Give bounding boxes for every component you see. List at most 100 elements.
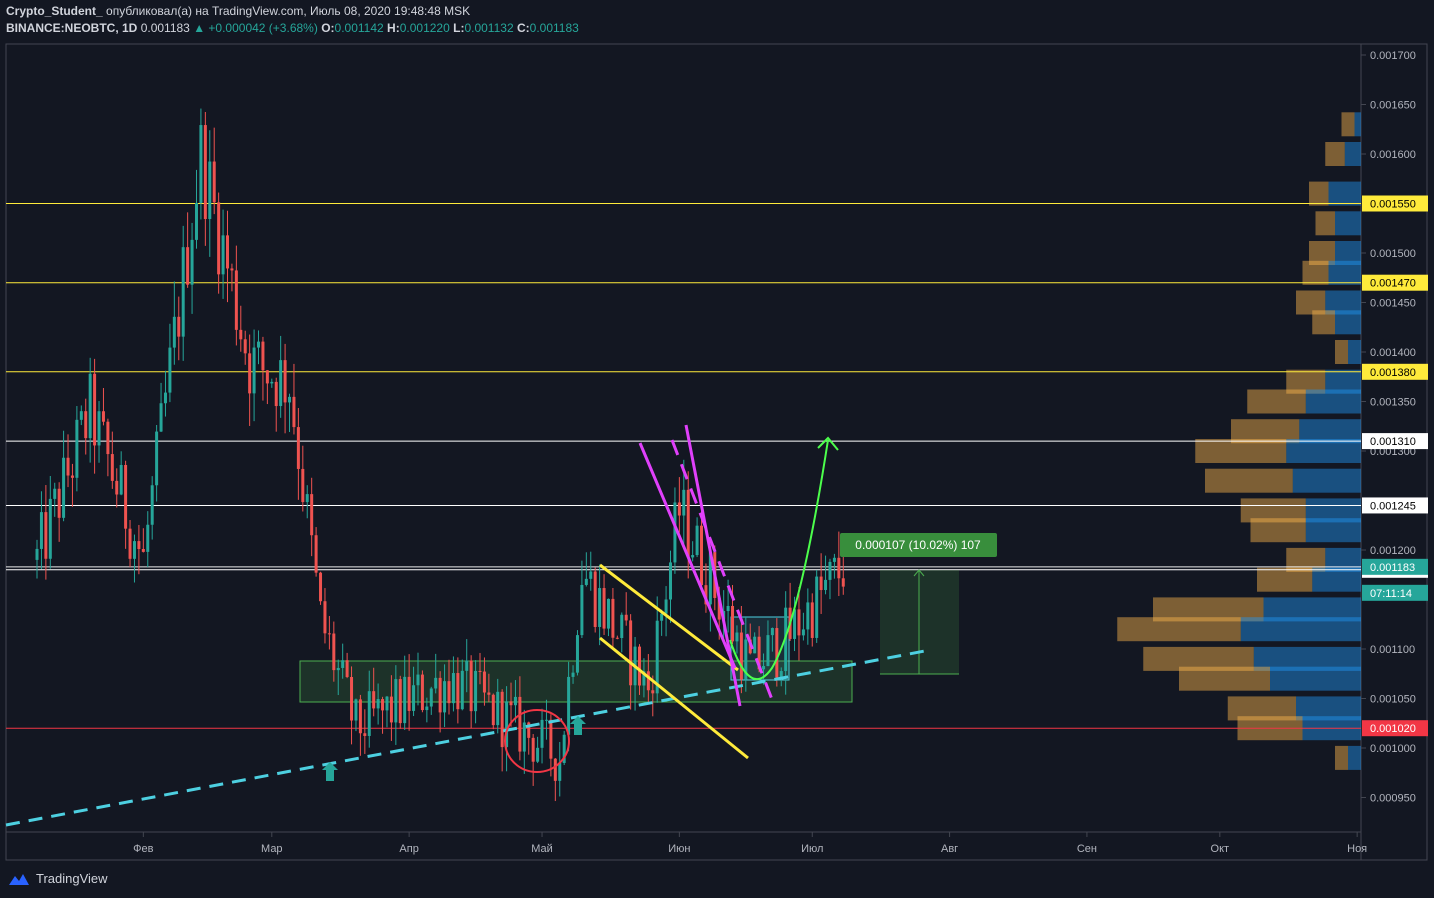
candle-body	[261, 341, 265, 371]
candle-body	[159, 403, 163, 432]
price-tick-label: 0.001050	[1370, 694, 1416, 706]
candle-body	[629, 620, 633, 686]
candle-body	[686, 489, 690, 558]
price-tag-label: 0.001550	[1370, 199, 1416, 211]
candle-body	[208, 161, 212, 220]
volume-bar-up	[1205, 468, 1293, 493]
candle-body	[469, 660, 473, 712]
candle-body	[589, 571, 593, 579]
candle-body	[832, 557, 836, 562]
tradingview-footer[interactable]: TradingView	[8, 871, 108, 886]
candle-body	[819, 576, 823, 591]
candle-body	[646, 671, 650, 691]
candle-body	[735, 632, 739, 642]
candle-body	[447, 681, 451, 704]
volume-bar-up	[1250, 518, 1306, 543]
candle-body	[598, 588, 602, 627]
price-chart[interactable]: 0.000107 (10.02%) 107 0.0017000.0016500.…	[0, 0, 1434, 898]
volume-bar-down	[1344, 142, 1361, 166]
candle-body	[146, 524, 150, 552]
candle-body	[341, 660, 345, 668]
candle-body	[115, 480, 119, 495]
candle-body	[93, 373, 97, 446]
candle-body	[624, 614, 628, 621]
candle-body	[385, 696, 389, 711]
candle-body	[407, 676, 411, 711]
candle-body	[314, 535, 318, 573]
candle-body	[434, 677, 438, 689]
candle-body	[62, 457, 66, 518]
volume-bar-down	[1335, 310, 1361, 335]
candle-body	[190, 239, 194, 285]
candle-body	[695, 525, 699, 556]
candle-body	[363, 733, 367, 736]
candle-body	[265, 370, 269, 384]
candle-body	[474, 670, 478, 712]
candle-body	[841, 578, 845, 587]
candle-body	[186, 247, 190, 285]
volume-bar-up	[1309, 181, 1329, 206]
volume-bar-down	[1328, 181, 1361, 206]
time-tick-label: Фев	[133, 843, 153, 855]
candle-body	[66, 457, 70, 476]
candle-body	[731, 605, 735, 642]
candle-body	[438, 677, 442, 713]
price-axis[interactable]: 0.001700 0.001650 0.001600 0.001500 0.001450…	[1361, 50, 1416, 805]
candle-body	[75, 419, 79, 478]
candle-body	[651, 690, 655, 694]
candle-body	[128, 528, 132, 559]
candle-body	[518, 696, 522, 752]
price-tick-label: 0.001500	[1370, 248, 1416, 260]
candle-body	[88, 373, 92, 439]
time-tick-label: Сен	[1077, 843, 1097, 855]
measure-label[interactable]: 0.000107 (10.02%) 107	[840, 533, 997, 557]
price-tick-label: 0.001700	[1370, 50, 1416, 62]
candle-body	[531, 737, 535, 762]
volume-bar-down	[1328, 260, 1361, 285]
candle-body	[691, 555, 695, 558]
volume-bar-up	[1302, 260, 1329, 285]
candle-body	[248, 353, 252, 394]
time-axis[interactable]: Фев Мар Апр Май Июн Июл Авг Сен Окт Ноя	[133, 832, 1367, 855]
candle-body	[602, 588, 606, 629]
volume-bar-down	[1292, 468, 1361, 493]
candle-body	[155, 431, 159, 486]
candle-body	[283, 360, 287, 403]
candle-body	[553, 758, 557, 781]
candle-body	[482, 671, 486, 693]
candle-body	[217, 202, 221, 275]
candle-body	[53, 488, 57, 499]
volume-bar-down	[1240, 617, 1361, 642]
candle-body	[124, 464, 128, 529]
time-tick-label: Авг	[941, 843, 958, 855]
candle-body	[243, 339, 247, 354]
candle-body	[212, 161, 216, 203]
candle-body	[429, 688, 433, 707]
volume-bar-up	[1335, 745, 1348, 770]
candle-body	[496, 691, 500, 726]
candle-body	[412, 685, 416, 711]
candle-body	[806, 602, 810, 630]
candle-body	[319, 572, 323, 602]
candle-body	[801, 629, 805, 636]
price-tick-label: 0.001400	[1370, 347, 1416, 359]
volume-bar-down	[1312, 567, 1361, 592]
volume-bar-up	[1179, 666, 1270, 691]
candle-body	[310, 494, 314, 536]
price-tag-label: 0.001245	[1370, 500, 1416, 512]
candle-body	[305, 494, 309, 503]
bottom-highlight-circle[interactable]	[504, 709, 570, 773]
candle-body	[137, 541, 141, 549]
candle-body	[288, 396, 292, 403]
candle-body	[540, 719, 544, 748]
price-tick-label: 0.001100	[1370, 644, 1415, 656]
price-tag-label: 0.001020	[1370, 723, 1416, 735]
candle-body	[491, 694, 495, 726]
candle-body	[381, 699, 385, 711]
candle-body	[762, 666, 766, 670]
candle-body	[775, 628, 779, 678]
candle-body	[132, 541, 136, 559]
price-tick-label: 0.001600	[1370, 149, 1416, 161]
candle-body	[487, 692, 491, 695]
candle-body	[669, 562, 672, 600]
